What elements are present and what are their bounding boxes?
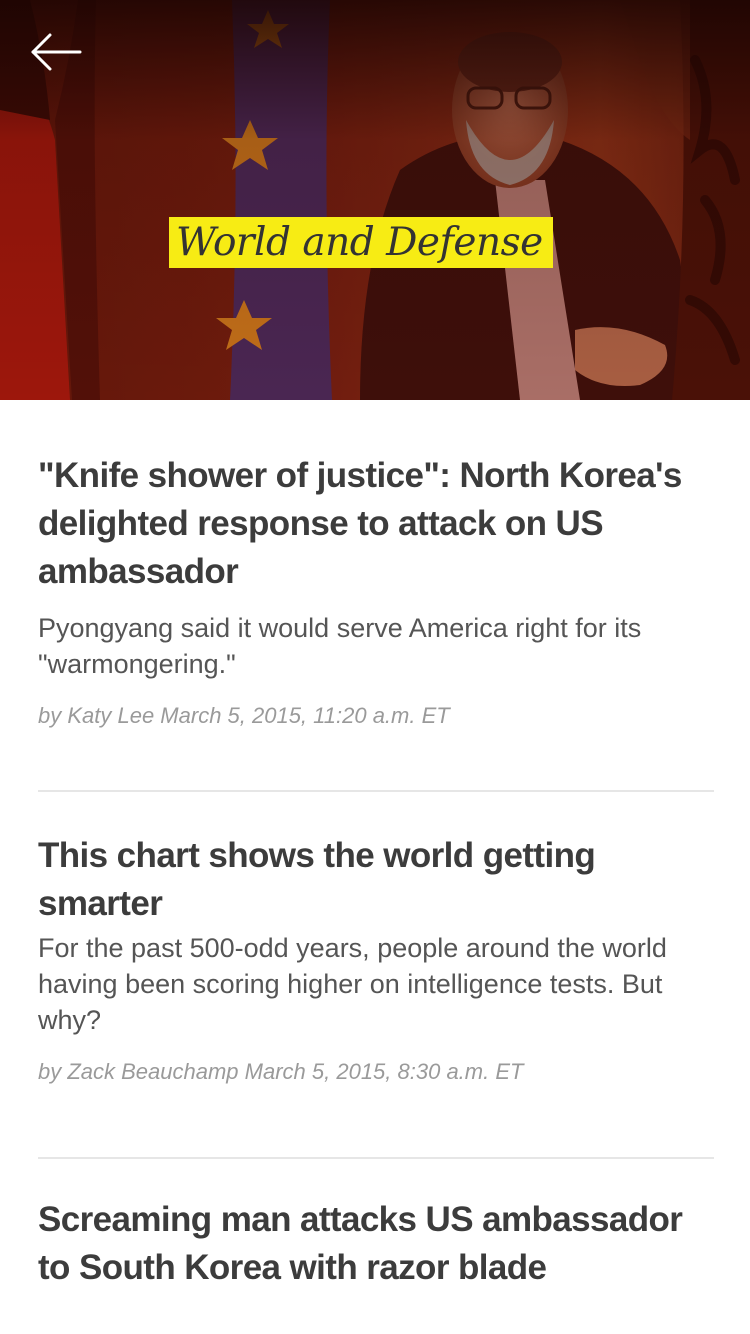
article-divider bbox=[38, 790, 714, 792]
article-divider bbox=[38, 1157, 714, 1159]
arrow-left-icon bbox=[31, 33, 82, 71]
article-title[interactable]: "Knife shower of justice": North Korea's… bbox=[38, 452, 714, 596]
article-title[interactable]: This chart shows the world getting smart… bbox=[38, 832, 714, 928]
article-item[interactable]: Screaming man attacks US ambassador to S… bbox=[38, 1196, 714, 1292]
hero-photo bbox=[0, 0, 750, 400]
article-item[interactable]: This chart shows the world getting smart… bbox=[38, 832, 714, 1087]
section-hero: World and Defense bbox=[0, 0, 750, 400]
section-page: World and Defense "Knife shower of justi… bbox=[0, 0, 750, 1334]
article-dek: Pyongyang said it would serve America ri… bbox=[38, 613, 642, 679]
article-item[interactable]: "Knife shower of justice": North Korea's… bbox=[38, 452, 714, 731]
article-dek: For the past 500-odd years, people aroun… bbox=[38, 933, 667, 1035]
article-byline: by Zack Beauchamp March 5, 2015, 8:30 a.… bbox=[38, 1059, 524, 1084]
article-title[interactable]: Screaming man attacks US ambassador to S… bbox=[38, 1196, 714, 1292]
section-title: World and Defense bbox=[169, 217, 553, 268]
article-byline: by Katy Lee March 5, 2015, 11:20 a.m. ET bbox=[38, 703, 450, 728]
back-button[interactable] bbox=[24, 26, 88, 78]
